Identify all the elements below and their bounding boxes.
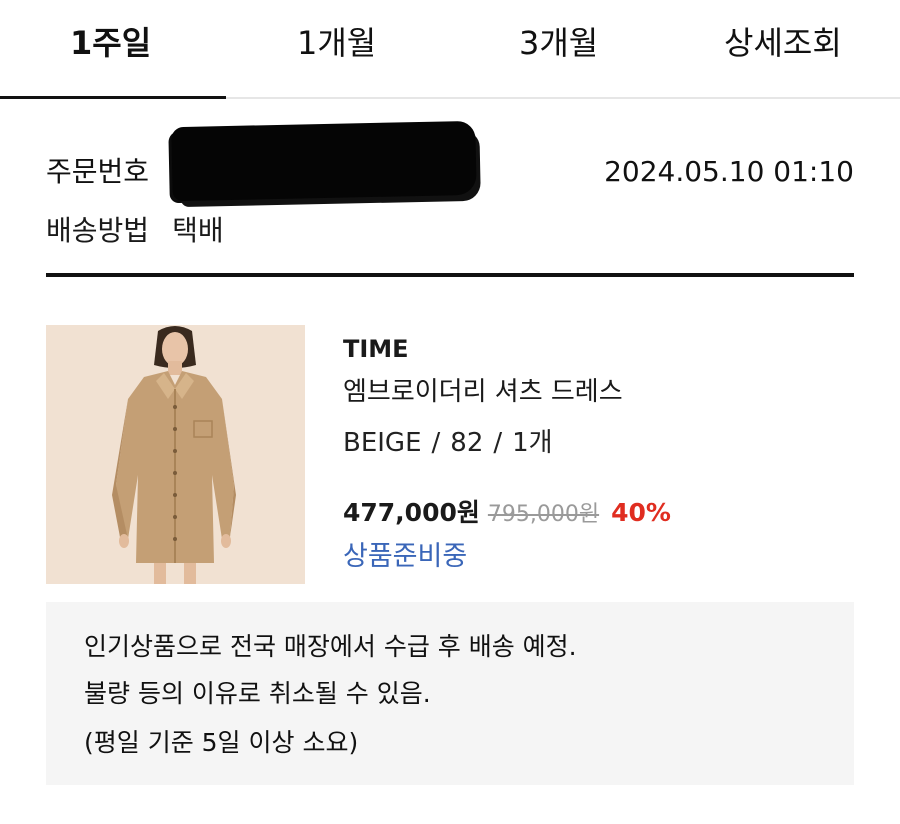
order-info-row: 주문번호 2024.05.10 01:10: [46, 120, 854, 202]
redacted-order-number: [171, 120, 477, 202]
shipping-method-label: 배송방법: [46, 214, 150, 247]
order-number-label: 주문번호: [46, 155, 150, 188]
option-size: 82: [450, 428, 484, 458]
product-brand: TIME: [343, 335, 409, 363]
section-divider: [46, 273, 854, 277]
delivery-notice-box: 인기상품으로 전국 매장에서 수급 후 배송 예정. 불량 등의 이유로 취소될…: [46, 602, 854, 785]
option-color: BEIGE: [343, 428, 422, 458]
tab-1-month[interactable]: 1개월: [297, 18, 376, 68]
option-separator: /: [493, 428, 503, 458]
shipping-method-value: 택배: [172, 214, 224, 247]
notice-line: 불량 등의 이유로 취소될 수 있음.: [84, 679, 431, 708]
tab-3-months[interactable]: 3개월: [519, 18, 598, 68]
discount-rate: 40%: [611, 498, 671, 527]
price-row: 477,000원 795,000원 40%: [343, 493, 671, 533]
option-separator: /: [431, 428, 441, 458]
original-price: 795,000원: [487, 502, 600, 527]
tab-1-week[interactable]: 1주일: [70, 18, 151, 68]
product-name[interactable]: 엠브로이더리 셔츠 드레스: [343, 373, 623, 411]
order-status: 상품준비중: [343, 541, 468, 572]
shipping-method-row: 배송방법 택배: [46, 209, 224, 253]
tab-detail-search[interactable]: 상세조회: [724, 18, 842, 68]
shirt-dress-illustration: [46, 325, 305, 584]
product-image[interactable]: [46, 325, 305, 584]
product-options: BEIGE / 82 / 1개: [343, 424, 553, 462]
notice-line: (평일 기준 5일 이상 소요): [84, 728, 359, 757]
order-date: 2024.05.10 01:10: [604, 155, 854, 188]
period-tab-bar: 1주일 1개월 3개월 상세조회: [0, 0, 900, 99]
active-tab-indicator: [0, 96, 226, 99]
option-quantity: 1개: [512, 428, 553, 458]
notice-line: 인기상품으로 전국 매장에서 수급 후 배송 예정.: [84, 632, 577, 661]
sale-price: 477,000원: [343, 498, 480, 527]
